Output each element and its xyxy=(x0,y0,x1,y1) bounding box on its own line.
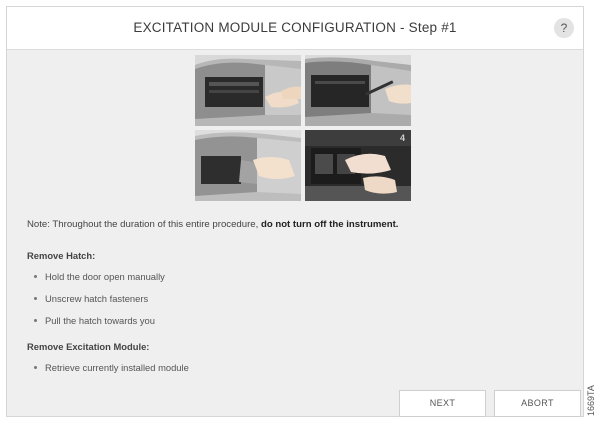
dialog-title: EXCITATION MODULE CONFIGURATION - Step #… xyxy=(133,20,457,35)
photo-pull-hatch xyxy=(195,130,301,201)
next-button[interactable]: NEXT xyxy=(399,390,486,417)
photo-hold-door xyxy=(195,55,301,126)
list-item: Pull the hatch towards you xyxy=(34,315,155,326)
photo-unscrew xyxy=(305,55,411,126)
warning-note: Note: Throughout the duration of this en… xyxy=(27,219,398,230)
abort-button[interactable]: ABORT xyxy=(494,390,581,417)
bullet-icon xyxy=(34,297,37,301)
bullet-icon xyxy=(34,319,37,323)
photo-retrieve-module: 4 xyxy=(305,130,411,201)
configuration-dialog: EXCITATION MODULE CONFIGURATION - Step #… xyxy=(6,6,584,417)
bullet-icon xyxy=(34,366,37,370)
list-item-text: Unscrew hatch fasteners xyxy=(45,293,149,304)
bullet-icon xyxy=(34,275,37,279)
list-item-text: Pull the hatch towards you xyxy=(45,315,155,326)
figure-code-label: 1669TA xyxy=(586,385,596,416)
list-item-text: Hold the door open manually xyxy=(45,271,165,282)
dialog-header: EXCITATION MODULE CONFIGURATION - Step #… xyxy=(7,7,583,50)
instruction-photos: 4 xyxy=(195,55,411,201)
list-item: Retrieve currently installed module xyxy=(34,362,189,373)
note-text: Note: Throughout the duration of this en… xyxy=(27,219,261,230)
section-heading-remove-hatch: Remove Hatch: xyxy=(27,250,96,261)
note-emphasis: do not turn off the instrument. xyxy=(260,219,399,230)
list-item-text: Retrieve currently installed module xyxy=(45,362,189,373)
list-item: Hold the door open manually xyxy=(34,271,165,282)
step-4-number: 4 xyxy=(399,133,405,143)
list-item: Unscrew hatch fasteners xyxy=(34,293,148,304)
section-heading-remove-module: Remove Excitation Module: xyxy=(27,341,150,352)
help-icon[interactable]: ? xyxy=(554,18,574,38)
